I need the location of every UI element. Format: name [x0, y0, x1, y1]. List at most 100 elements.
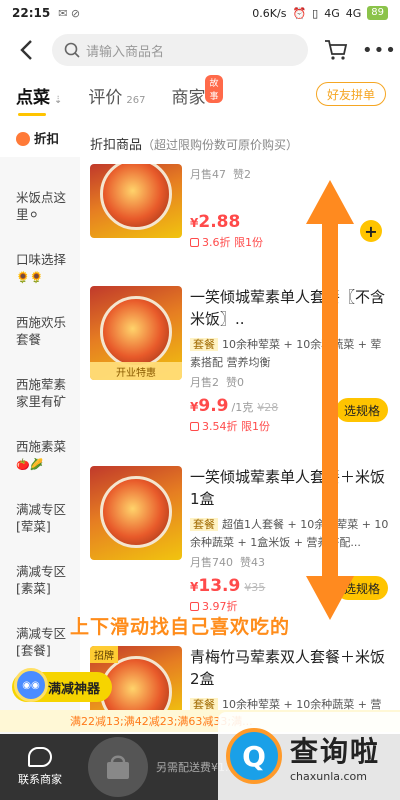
tab-merchant-label: 商家	[171, 88, 206, 108]
more-options-button[interactable]: •••	[362, 40, 397, 61]
scroll-hint-arrow	[306, 180, 354, 620]
tab-reviews-count: 267	[126, 95, 146, 106]
search-input[interactable]: 请输入商品名	[52, 34, 308, 66]
tab-reviews[interactable]: 评价 267	[88, 83, 145, 116]
sidebar-item-mixed[interactable]: 西施荤素家里有矿	[0, 366, 80, 420]
sidebar-item-label: 满减专区[荤菜]	[16, 502, 67, 534]
dish-likes: 赞2	[233, 168, 251, 181]
status-bar: 22:15 ✉ ⊘ 0.6K/s ⏰ ▯ 4G 4G 89	[0, 0, 400, 26]
sidebar-item-flavor[interactable]: 口味选择 🌻🌻	[0, 241, 80, 296]
sidebar-item-discount[interactable]: 折扣	[0, 120, 80, 157]
dish-price: ¥2.88	[190, 212, 241, 232]
back-button[interactable]	[10, 34, 42, 66]
watermark-en: chaxunla.com	[290, 769, 367, 783]
filter-icon: ⇣	[54, 95, 63, 106]
chevron-left-icon	[20, 40, 32, 60]
dish-sales: 月售47	[190, 168, 226, 181]
search-icon	[64, 42, 80, 58]
tab-order-label: 点菜	[16, 88, 50, 108]
reduce-tool-label: 满减神器	[48, 681, 101, 697]
section-title: 折扣商品（超过限购份数可原价购买）	[90, 134, 298, 153]
dish-image: 开业特惠	[90, 286, 182, 380]
contact-label: 联系商家	[18, 773, 62, 786]
tab-order[interactable]: 点菜 ⇣	[16, 83, 62, 116]
reduce-tool-button[interactable]: ◉◉ 满减神器	[12, 668, 113, 702]
sidebar-item-emoji: 🍅🌽	[16, 458, 44, 471]
status-time: 22:15	[12, 6, 51, 20]
shopping-bag-icon	[107, 755, 129, 779]
dish-original-price: ¥35	[244, 581, 266, 594]
dish-brand-badge: 招牌	[90, 646, 118, 663]
dish-name: 一笑倾城荤素单人套餐＋米饭1盒	[190, 468, 386, 508]
dish-plate-image	[100, 476, 172, 548]
dish-meta: 月售47 赞2	[190, 166, 390, 182]
discount-tag-icon	[190, 422, 199, 431]
chat-icon	[28, 747, 52, 767]
tab-reviews-label: 评价	[88, 88, 123, 108]
sidebar-item-label: 米饭点这里⚪	[16, 190, 67, 222]
net-speed: 0.6K/s	[252, 6, 287, 20]
dish-chip-tag: 套餐	[190, 338, 218, 351]
dish-sales: 月售740	[190, 556, 233, 569]
scroll-hint-caption: 上下滑动找自己喜欢吃的	[70, 616, 291, 638]
dish-sales: 月售2	[190, 376, 219, 389]
network-label-1: 4G	[324, 6, 340, 20]
vibrate-icon: ▯	[312, 6, 319, 20]
dish-chip-tag: 套餐	[190, 518, 218, 531]
network-label-2: 4G	[345, 6, 362, 20]
section-note: （超过限购份数可原价购买）	[142, 138, 299, 152]
top-header: 请输入商品名 •••	[0, 30, 400, 70]
battery-indicator: 89	[367, 6, 388, 20]
tab-merchant[interactable]: 商家 故事	[171, 75, 223, 116]
discount-tag-icon	[190, 238, 199, 247]
sidebar-item-label: 折扣	[34, 131, 60, 146]
contact-merchant-button[interactable]: 联系商家	[0, 734, 80, 800]
sidebar-item-promo-veg[interactable]: 满减专区[素菜]	[0, 553, 80, 607]
dish-meta: 月售2 赞0	[190, 374, 390, 390]
bottom-cart-button[interactable]	[88, 737, 148, 797]
dish-image-tag: 开业特惠	[90, 362, 182, 380]
sidebar-item-rice[interactable]: 米饭点这里⚪	[0, 179, 80, 233]
dish-image	[90, 466, 182, 560]
dish-likes: 赞43	[240, 556, 265, 569]
sidebar-item-label: 西施荤素家里有矿	[16, 377, 67, 409]
discount-icon	[16, 131, 30, 146]
dish-chips: 套餐 超值1人套餐 + 10余种荤菜 + 10余种蔬菜 + 1盒米饭 + 营养搭配…	[190, 516, 390, 552]
group-order-button[interactable]: 好友拼单	[316, 82, 386, 106]
dish-price: ¥9.9	[190, 396, 229, 416]
sidebar-item-label: 西施欢乐套餐	[16, 315, 67, 347]
cart-icon	[325, 40, 348, 60]
dish-chips: 套餐 10余种荤菜 + 10余种蔬菜 + 荤素搭配 营养均衡	[190, 336, 390, 372]
sidebar-item-emoji: 🌻🌻	[16, 271, 44, 284]
dish-info: 月售47 赞2 ¥2.88 3.6折 限1份	[190, 164, 390, 250]
cart-button[interactable]	[322, 36, 350, 64]
dish-discount: 3.6折 限1份	[190, 234, 390, 250]
sim-icon: ✉ ⊘	[58, 6, 81, 20]
status-right: 0.6K/s ⏰ ▯ 4G 4G 89	[252, 6, 388, 20]
sidebar-item-label: 西施素菜	[16, 439, 67, 454]
dish-plate-image	[100, 296, 172, 368]
sidebar-item-promo-meat[interactable]: 满减专区[荤菜]	[0, 491, 80, 545]
add-to-cart-button[interactable]: +	[360, 220, 382, 242]
dish-meta: 月售740 赞43	[190, 554, 390, 570]
watermark: Q 查询啦 chaxunla.com	[218, 712, 400, 800]
alarm-icon: ⏰	[292, 6, 307, 20]
watermark-cn: 查询啦	[290, 734, 381, 768]
sidebar-item-label: 口味选择	[16, 252, 67, 267]
section-title-text: 折扣商品	[90, 138, 143, 153]
dish-image	[90, 164, 182, 238]
sidebar-item-veg[interactable]: 西施素菜 🍅🌽	[0, 428, 80, 483]
watermark-logo: Q	[226, 728, 282, 784]
dish-plate-image	[100, 164, 172, 230]
robot-icon: ◉◉	[14, 668, 48, 702]
dish-name: 青梅竹马荤素双人套餐＋米饭2盒	[190, 648, 386, 688]
sidebar-item-label: 满减专区[套餐]	[16, 626, 67, 658]
dish-original-price: ¥28	[257, 401, 279, 414]
sidebar-item-label: 满减专区[素菜]	[16, 564, 67, 596]
tab-merchant-badge: 故事	[205, 75, 223, 103]
watermark-text: 查询啦 chaxunla.com	[290, 730, 380, 783]
sidebar-item-happy-set[interactable]: 西施欢乐套餐	[0, 304, 80, 358]
dish-likes: 赞0	[226, 376, 244, 389]
sidebar-item-promo-set[interactable]: 满减专区[套餐]	[0, 615, 80, 669]
search-placeholder: 请输入商品名	[86, 44, 165, 60]
